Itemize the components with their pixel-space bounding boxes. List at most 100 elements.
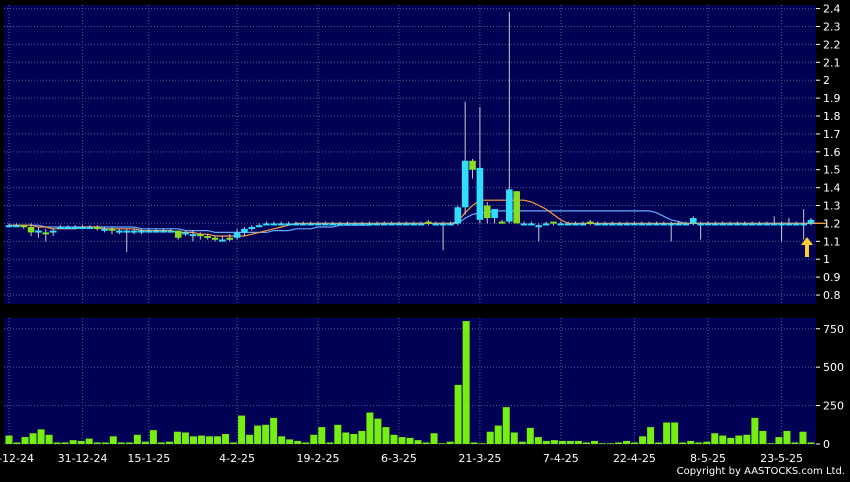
candle-body — [292, 223, 300, 226]
candle-body — [807, 219, 815, 224]
candle-body — [42, 232, 50, 235]
volume-bar — [414, 440, 422, 444]
date-tick-label: 4-2-25 — [219, 452, 255, 465]
price-tick-label: 2.2 — [823, 38, 841, 51]
volume-bar — [77, 440, 85, 444]
volume-bar — [494, 425, 502, 444]
candle-body — [601, 223, 609, 226]
candle-body — [167, 230, 175, 233]
candle-body — [498, 221, 506, 224]
date-tick-label: 21-3-25 — [458, 452, 501, 465]
volume-bar — [558, 440, 566, 444]
candle-body — [454, 207, 462, 224]
candle-body — [123, 230, 131, 233]
candle-body — [653, 223, 660, 226]
volume-bar — [93, 442, 101, 444]
candle-body — [108, 228, 116, 231]
candle-body — [211, 237, 219, 240]
candle-body — [314, 223, 322, 226]
candle-body — [93, 227, 101, 230]
candle-body — [116, 230, 123, 233]
volume-bar — [294, 440, 302, 444]
candle-body — [741, 223, 749, 226]
volume-bar — [711, 433, 719, 444]
candle-body — [528, 223, 535, 226]
volume-bar — [607, 443, 614, 444]
candle-body — [469, 160, 476, 170]
volume-bar — [29, 433, 37, 444]
volume-bar — [502, 407, 510, 444]
volume-bar — [478, 443, 486, 444]
volume-bar — [13, 442, 21, 444]
candle-body — [263, 223, 270, 226]
date-tick-label: 23-5-25 — [760, 452, 803, 465]
volume-bar — [254, 425, 262, 444]
date-tick-label: 15-1-25 — [127, 452, 170, 465]
volume-bar — [173, 431, 181, 444]
volume-bar — [406, 437, 414, 444]
volume-bar — [759, 430, 767, 444]
volume-bar — [687, 440, 695, 444]
candle-body — [506, 189, 513, 222]
volume-bar — [422, 442, 430, 444]
volume-bar — [454, 384, 462, 444]
candle-body — [204, 235, 211, 238]
candle-body — [336, 223, 344, 226]
candle-body — [513, 191, 520, 224]
volume-bar — [783, 430, 791, 444]
volume-bar — [799, 431, 807, 444]
candle-body — [307, 223, 314, 226]
candle-body — [300, 223, 307, 226]
price-tick-label: 1 — [823, 253, 830, 266]
volume-bar — [5, 435, 13, 444]
volume-bar — [390, 434, 398, 444]
candle-body — [57, 227, 64, 230]
candle-body — [579, 223, 587, 226]
volume-bar — [679, 442, 687, 444]
date-tick-label: 16-12-24 — [0, 452, 34, 465]
volume-tick-label: 0 — [823, 438, 830, 451]
candle-body — [351, 223, 359, 226]
candle-body — [550, 221, 557, 224]
volume-bar — [486, 431, 494, 444]
volume-bar — [350, 434, 358, 444]
volume-bar — [278, 436, 286, 444]
candle-body — [410, 223, 417, 226]
candle-body — [358, 223, 366, 226]
price-tick-label: 2 — [823, 74, 830, 87]
stock-chart: 0.8 0.9 1 1.1 1.2 1.3 1.4 1.5 1.6 1.7 1.8 1.9 2 2.1 2.… — [0, 0, 850, 478]
volume-bar — [446, 441, 454, 444]
volume-bar — [157, 442, 165, 444]
date-tick-label: 7-4-25 — [543, 452, 579, 465]
volume-bar — [374, 418, 382, 444]
volume-bar — [342, 432, 350, 444]
candle-body — [255, 225, 263, 228]
volume-bar — [719, 435, 727, 444]
candle-body — [138, 230, 145, 233]
price-tick-label: 2.3 — [823, 20, 841, 33]
price-tick-label: 0.9 — [823, 271, 841, 284]
volume-bar — [462, 321, 470, 444]
volume-bar — [238, 415, 246, 444]
volume-bar — [214, 436, 222, 444]
volume-bar — [398, 437, 406, 444]
volume-bar — [574, 440, 582, 444]
volume-bar — [791, 442, 799, 444]
volume-bar — [695, 442, 703, 444]
volume-bar — [703, 441, 711, 444]
candle-body — [535, 225, 543, 228]
volume-bar — [149, 430, 157, 444]
date-tick-label: 6-3-25 — [381, 452, 417, 465]
candle-body — [425, 221, 432, 224]
candle-body — [13, 225, 20, 228]
candle-body — [388, 223, 395, 226]
candle-body — [403, 223, 410, 226]
volume-bar — [85, 438, 93, 444]
candle-body — [638, 223, 646, 226]
volume-bar — [165, 441, 173, 444]
candle-body — [623, 223, 631, 226]
volume-bar — [326, 442, 334, 444]
volume-bar — [631, 442, 639, 444]
candle-body — [697, 223, 704, 226]
price-tick-label: 2.1 — [823, 56, 841, 69]
